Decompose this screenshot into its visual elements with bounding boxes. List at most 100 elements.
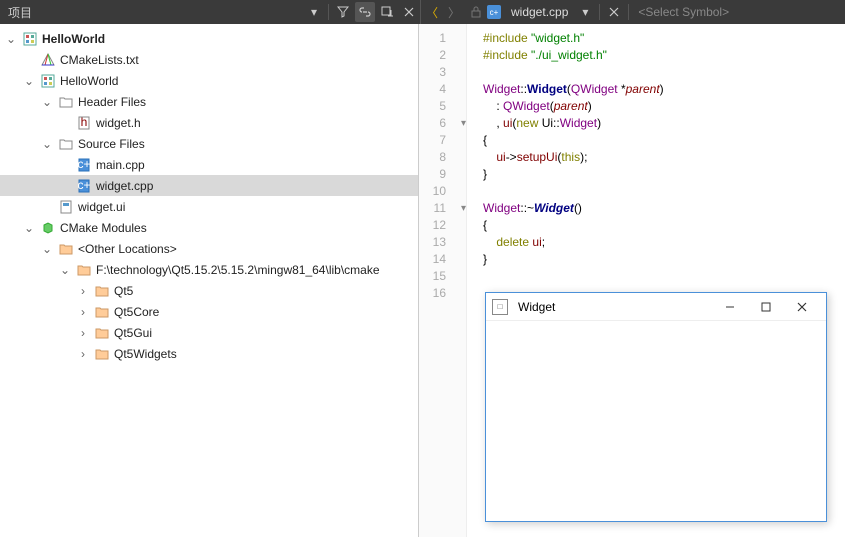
folder-icon [94, 346, 110, 362]
caret-down-icon[interactable]: ⌄ [40, 242, 54, 256]
code-line: delete ui; [483, 234, 845, 251]
tree-label: Qt5 [114, 284, 133, 298]
line-number: 12 [419, 217, 446, 234]
caret-down-icon[interactable]: ⌄ [22, 221, 36, 235]
nav-back-icon[interactable]: 〈 [422, 2, 442, 22]
tree-label: Qt5Widgets [114, 347, 177, 361]
window-app-icon: □ [492, 299, 508, 315]
caret-right-icon[interactable]: › [76, 284, 90, 298]
line-number: 3 [419, 64, 446, 81]
fold-marker-icon[interactable]: ▾ [452, 115, 466, 132]
tree-label: widget.h [96, 116, 141, 130]
line-number: 13 [419, 234, 446, 251]
main-area: ⌄HelloWorld ·CMakeLists.txt ⌄HelloWorld … [0, 24, 845, 537]
line-number: 6 [419, 115, 446, 132]
tree-qt5widgets[interactable]: › Qt5Widgets [0, 343, 418, 364]
tab-dropdown-icon[interactable]: ▾ [575, 2, 595, 22]
line-number: 2 [419, 47, 446, 64]
tree-label: Qt5Gui [114, 326, 152, 340]
filter-icon[interactable] [333, 2, 353, 22]
code-line: } [483, 251, 845, 268]
code-line [483, 64, 845, 81]
code-editor[interactable]: 1 2 3 4 5 6 7 8 9 10 11 12 13 14 15 16 ▾ [419, 24, 845, 537]
project-tree: ⌄HelloWorld ·CMakeLists.txt ⌄HelloWorld … [0, 24, 419, 537]
add-pane-icon[interactable] [377, 2, 397, 22]
fold-marker-icon[interactable]: ▾ [452, 200, 466, 217]
select-symbol-dropdown[interactable]: <Select Symbol> [632, 5, 735, 19]
code-area[interactable]: #include "widget.h" #include "./ui_widge… [467, 24, 845, 537]
close-button[interactable] [784, 293, 820, 321]
folder-icon [94, 325, 110, 341]
top-toolbar: 项目 ▾ 〈 〉 c+ widget.cpp ▾ <Select Symbol> [0, 0, 845, 24]
line-number: 5 [419, 98, 446, 115]
line-number: 14 [419, 251, 446, 268]
close-pane-icon[interactable] [399, 2, 419, 22]
tree-main-cpp[interactable]: ·c+main.cpp [0, 154, 418, 175]
link-icon[interactable] [355, 2, 375, 22]
folder-icon [76, 262, 92, 278]
caret-down-icon[interactable]: ⌄ [22, 74, 36, 88]
tree-label: <Other Locations> [78, 242, 177, 256]
code-line [483, 183, 845, 200]
folder-icon [94, 283, 110, 299]
maximize-button[interactable] [748, 293, 784, 321]
line-number: 9 [419, 166, 446, 183]
widget-window[interactable]: □ Widget [485, 292, 827, 522]
nav-forward-icon[interactable]: 〉 [444, 2, 464, 22]
tree-lib-cmake[interactable]: ⌄ F:\technology\Qt5.15.2\5.15.2\mingw81_6… [0, 259, 418, 280]
cmake-file-icon [40, 52, 56, 68]
tree-cmake-modules[interactable]: ⌄ CMake Modules [0, 217, 418, 238]
line-number: 16 [419, 285, 446, 302]
line-number: 8 [419, 149, 446, 166]
tree-label: widget.cpp [96, 179, 153, 193]
caret-down-icon[interactable]: ⌄ [40, 137, 54, 151]
editor-tab-name[interactable]: widget.cpp [505, 5, 574, 19]
folder-icon [94, 304, 110, 320]
project-icon [22, 31, 38, 47]
lock-icon[interactable] [466, 2, 486, 22]
line-number: 11 [419, 200, 446, 217]
tree-label: CMakeLists.txt [60, 53, 139, 67]
tree-qt5[interactable]: › Qt5 [0, 280, 418, 301]
tree-label: HelloWorld [60, 74, 118, 88]
close-tab-icon[interactable] [604, 2, 624, 22]
folder-icon [58, 136, 74, 152]
line-number: 15 [419, 268, 446, 285]
minimize-button[interactable] [712, 293, 748, 321]
tree-qt5core[interactable]: ›Qt5Core [0, 301, 418, 322]
target-icon [40, 73, 56, 89]
tree-label: F:\technology\Qt5.15.2\5.15.2\mingw81_64… [96, 263, 380, 277]
tree-widget-h[interactable]: ·hwidget.h [0, 112, 418, 133]
cpp-file-icon: c+ [76, 178, 92, 194]
caret-right-icon[interactable]: › [76, 305, 90, 319]
tree-header-files[interactable]: ⌄Header Files [0, 91, 418, 112]
code-line: } [483, 166, 845, 183]
tree-label: CMake Modules [60, 221, 147, 235]
window-titlebar[interactable]: □ Widget [486, 293, 826, 321]
svg-text:c+: c+ [78, 158, 90, 171]
code-line: Widget::Widget(QWidget *parent) [483, 81, 845, 98]
code-line: , ui(new Ui::Widget) [483, 115, 845, 132]
caret-right-icon[interactable]: › [76, 326, 90, 340]
dropdown-icon[interactable]: ▾ [304, 2, 324, 22]
tree-other-locations[interactable]: ⌄ <Other Locations> [0, 238, 418, 259]
caret-right-icon[interactable]: › [76, 347, 90, 361]
tree-qt5gui[interactable]: › Qt5Gui [0, 322, 418, 343]
tree-project-root[interactable]: ⌄ HelloWorld [0, 28, 418, 49]
toolbar-right: 〈 〉 c+ widget.cpp ▾ <Select Symbol> [420, 0, 845, 24]
line-number: 10 [419, 183, 446, 200]
code-line [483, 268, 845, 285]
caret-down-icon[interactable]: ⌄ [4, 32, 18, 46]
tree-helloworld-target[interactable]: ⌄ HelloWorld [0, 70, 418, 91]
caret-down-icon[interactable]: ⌄ [58, 263, 72, 277]
tree-source-files[interactable]: ⌄Source Files [0, 133, 418, 154]
tree-label: HelloWorld [42, 32, 105, 46]
line-gutter: 1 2 3 4 5 6 7 8 9 10 11 12 13 14 15 16 ▾ [419, 24, 467, 537]
tree-cmakelists[interactable]: ·CMakeLists.txt [0, 49, 418, 70]
line-number: 7 [419, 132, 446, 149]
window-title: Widget [514, 300, 712, 314]
tree-label: main.cpp [96, 158, 145, 172]
tree-widget-cpp[interactable]: ·c+widget.cpp [0, 175, 418, 196]
caret-down-icon[interactable]: ⌄ [40, 95, 54, 109]
tree-widget-ui[interactable]: ·widget.ui [0, 196, 418, 217]
